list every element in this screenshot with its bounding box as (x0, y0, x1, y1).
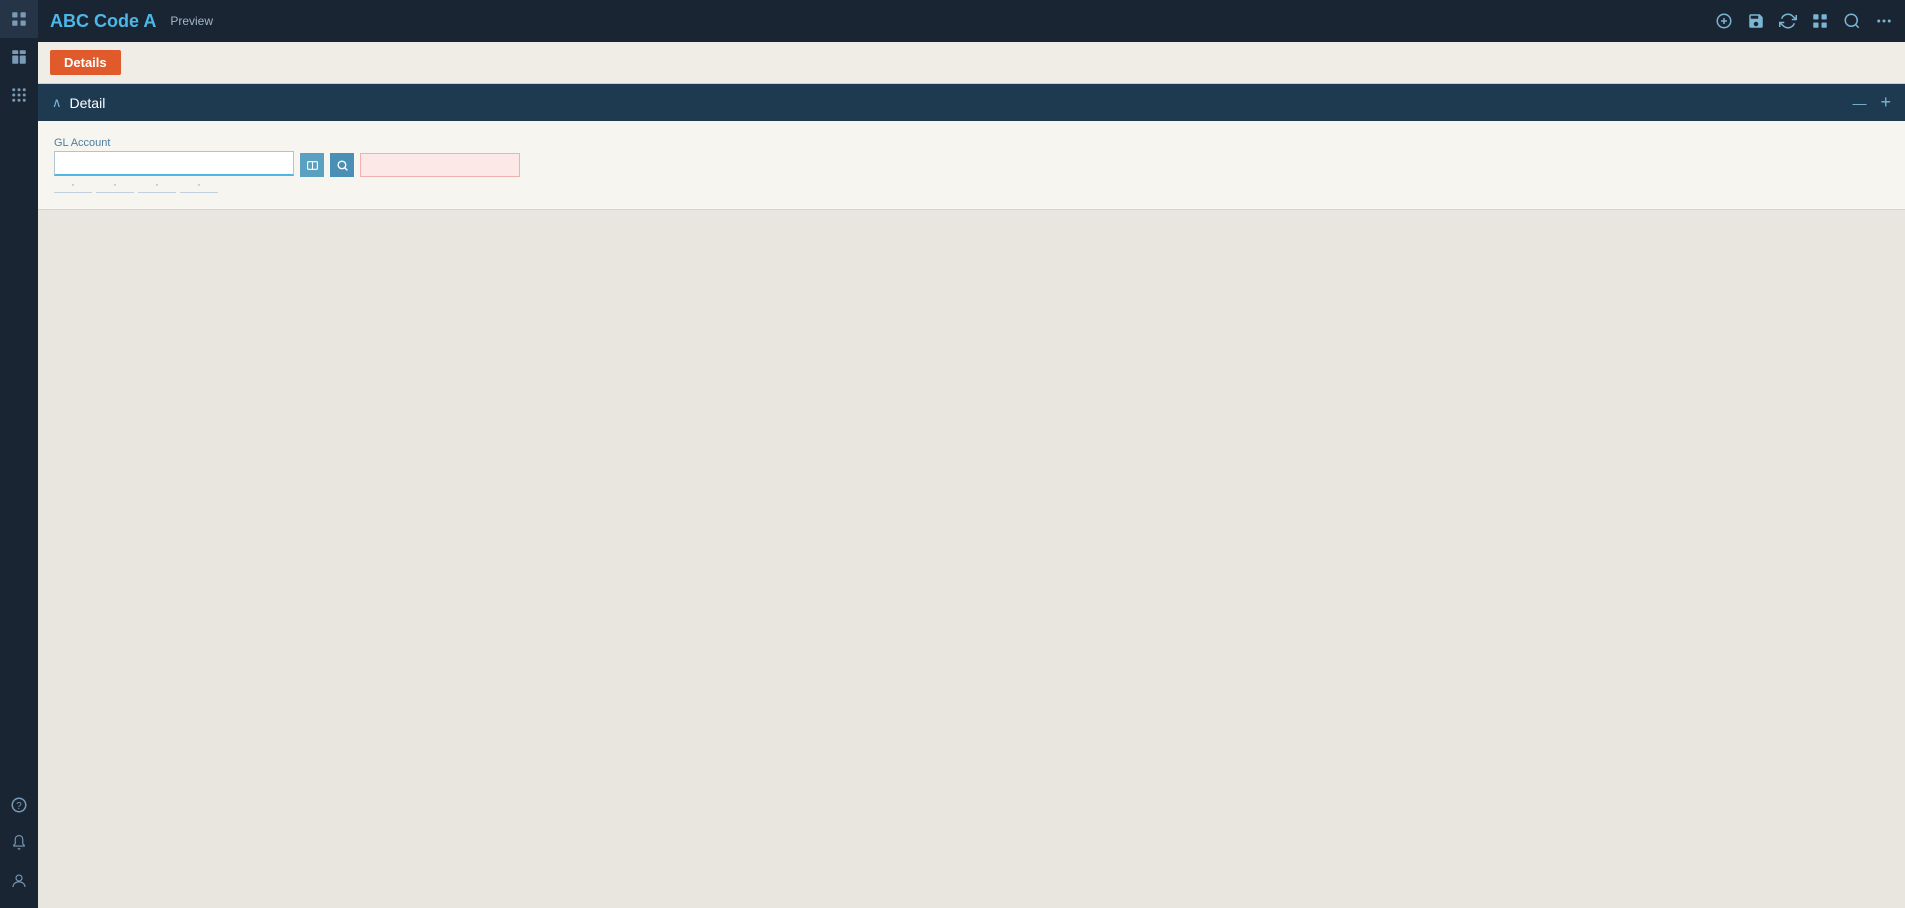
sub-field-3: · (138, 178, 176, 193)
user-icon[interactable] (0, 862, 38, 900)
refresh-icon[interactable] (1779, 12, 1797, 30)
expand-icon[interactable]: + (1880, 92, 1891, 113)
notification-icon[interactable] (0, 824, 38, 862)
detail-header-left: ∧ Detail (52, 95, 105, 111)
more-options-icon[interactable] (1875, 12, 1893, 30)
account-input[interactable] (360, 153, 520, 177)
dashboard-icon[interactable] (0, 38, 38, 76)
minimize-icon[interactable]: — (1852, 95, 1866, 111)
gl-account-label: GL Account (54, 137, 294, 149)
account-field-group (360, 153, 520, 177)
sidebar-top (0, 0, 38, 114)
detail-header: ∧ Detail — + (38, 84, 1905, 121)
search-field-button[interactable] (330, 153, 354, 177)
sub-field-2: · (96, 178, 134, 193)
header-right (1715, 12, 1893, 30)
header-left: ABC Code A Preview (50, 11, 217, 32)
top-header: ABC Code A Preview (38, 0, 1905, 42)
main-content: ABC Code A Preview (38, 0, 1905, 908)
grid-view-icon[interactable] (1811, 12, 1829, 30)
svg-text:?: ? (16, 801, 22, 812)
preview-badge: Preview (166, 13, 217, 29)
sidebar: ? (0, 0, 38, 908)
lookup-button[interactable] (300, 153, 324, 177)
gl-account-input[interactable] (54, 151, 294, 176)
content-area: ∧ Detail — + GL Account · · (38, 84, 1905, 908)
gl-account-field-group: GL Account · · · · (54, 137, 294, 193)
detail-title: Detail (70, 95, 106, 111)
add-icon[interactable] (1715, 12, 1733, 30)
help-icon[interactable]: ? (0, 786, 38, 824)
detail-section: ∧ Detail — + GL Account · · (38, 84, 1905, 210)
apps-icon[interactable] (0, 76, 38, 114)
gl-account-sub-fields: · · · · (54, 178, 294, 193)
sidebar-bottom: ? (0, 786, 38, 908)
detail-body: GL Account · · · · (38, 121, 1905, 210)
grid-icon[interactable] (0, 0, 38, 38)
form-row: GL Account · · · · (54, 137, 1889, 193)
page-title: ABC Code A (50, 11, 156, 32)
search-icon[interactable] (1843, 12, 1861, 30)
sub-field-1: · (54, 178, 92, 193)
sub-field-4: · (180, 178, 218, 193)
save-icon[interactable] (1747, 12, 1765, 30)
detail-header-right: — + (1852, 92, 1891, 113)
details-button[interactable]: Details (50, 50, 121, 75)
toolbar: Details (38, 42, 1905, 84)
collapse-icon[interactable]: ∧ (52, 95, 62, 111)
